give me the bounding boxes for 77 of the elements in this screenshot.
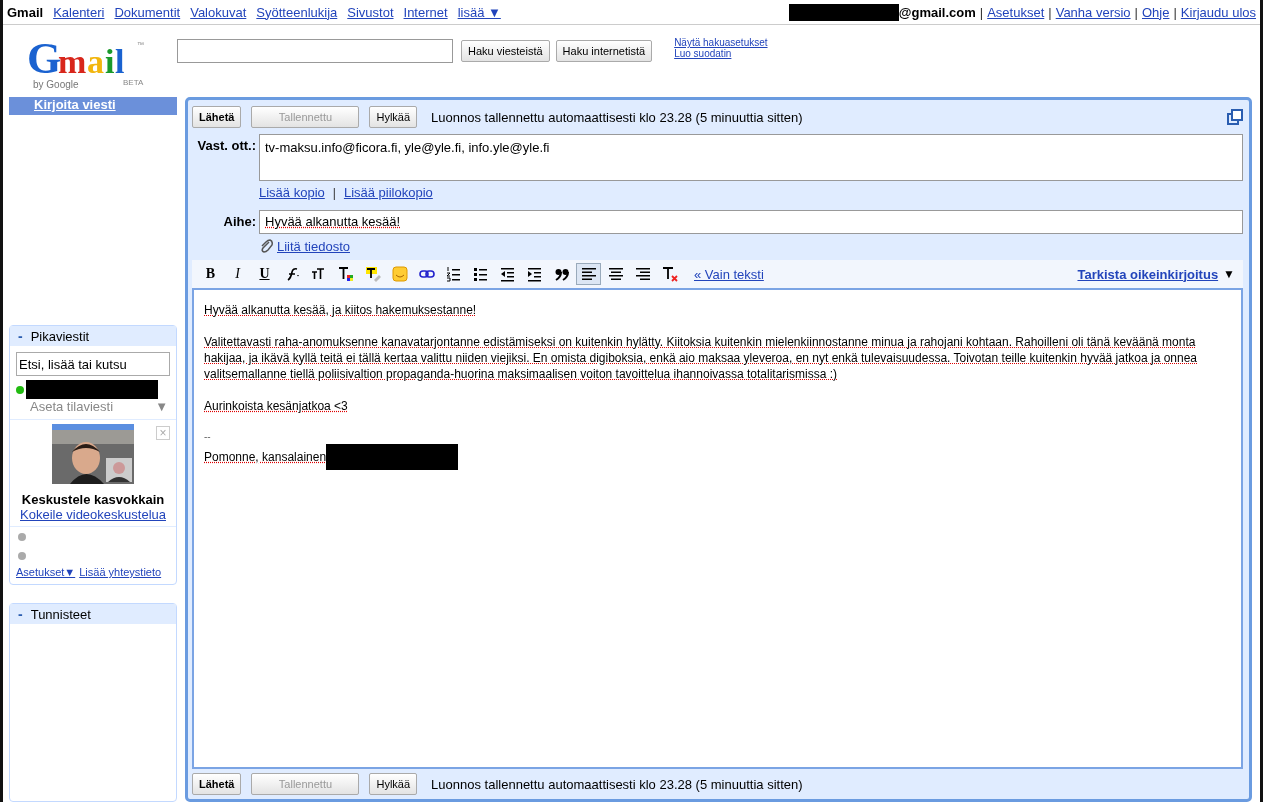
field-label: Aihe: xyxy=(222,213,256,229)
collapse-icon[interactable]: - xyxy=(18,328,23,344)
plain-text-link[interactable]: « Vain teksti xyxy=(694,266,764,282)
promo-title: Keskustele kasvokkain xyxy=(21,492,165,507)
account-email: @gmail.com xyxy=(898,4,976,20)
message-paragraph: Hyvää alkanutta kesää, ja kiitos hakemuksestanne! xyxy=(204,302,478,318)
recipients-field[interactable]: tv-maksu.info@ficora.fi, yle@yle.fi, info.yle@yle.fi xyxy=(259,134,1243,181)
account-link[interactable]: Ohje xyxy=(1142,4,1170,20)
search-option-link[interactable]: Luo suodatin xyxy=(674,48,768,59)
send-button[interactable]: Lähetä xyxy=(192,773,242,795)
nav-link[interactable]: Valokuvat xyxy=(190,4,247,20)
collapse-icon[interactable]: - xyxy=(18,606,23,622)
more-link[interactable]: lisää ▼ xyxy=(457,4,501,20)
bullet-list-icon xyxy=(472,266,489,282)
message-editor[interactable] xyxy=(192,288,1243,769)
draft-status: Luonnos tallennettu automaattisesti klo 23.28 (5 minuuttia sitten) xyxy=(431,776,803,792)
separator: | xyxy=(979,4,984,20)
bold-icon: B xyxy=(205,266,216,282)
account-link[interactable]: Vanha versio xyxy=(1055,4,1131,20)
video-chat-link[interactable]: Kokeile videokeskustelua xyxy=(20,507,166,522)
highlighter-icon xyxy=(364,266,381,282)
align-right-icon xyxy=(634,266,651,282)
search-button[interactable]: Haku internetistä xyxy=(555,40,653,62)
nav-link[interactable]: Kalenteri xyxy=(53,4,105,20)
outdent-icon xyxy=(499,266,516,282)
signature-separator: -- xyxy=(204,430,212,444)
separator: | xyxy=(1173,4,1177,20)
search-option-link[interactable]: Näytä hakuasetukset xyxy=(674,37,768,48)
search-field[interactable] xyxy=(177,39,453,63)
add-bcc-link[interactable]: Lisää piilokopio xyxy=(343,185,433,200)
popout-icon[interactable] xyxy=(1227,109,1243,125)
separator: | xyxy=(1134,4,1138,20)
caret-icon[interactable]: ▼ xyxy=(1223,267,1235,281)
quote-icon xyxy=(553,266,570,282)
nav-link[interactable]: Internet xyxy=(403,4,448,20)
message-paragraph: Aurinkoista kesänjatkoa <3 xyxy=(204,398,349,414)
italic-icon: I xyxy=(235,266,240,282)
align-left-icon xyxy=(580,266,597,282)
discard-button[interactable]: Hylkää xyxy=(369,773,418,795)
numbered-list-icon xyxy=(445,266,462,282)
panel-title: Tunnisteet xyxy=(30,606,91,622)
message-paragraph: Valitettavasti raha-anomuksenne kanavatarjontanne edistämiseksi on kuitenkin hylätty. Kiitoksia kuitenkin mielenkiinnostanne minua ja rahojani kohtaan. Rahoilleni oli tänä keväänä monta hakijaa, ja ikävä kyllä teitä ei tällä kertaa valittu niiden viejiksi. En omista digiboksia, enkä aio maksaa yleveroa, en nyt enkä tulevaisuudessa. Toivotan teille kuitenkin hyvää jatkoa ja onnea valitsemallanne tiellä poliisivaltion propaganda-huorina maksimaalisen voiton tavoittelua ihannoivassa totalitarismissa :) xyxy=(204,334,1198,382)
separator: | xyxy=(1048,4,1052,20)
text-color-icon xyxy=(337,266,354,282)
format-button[interactable] xyxy=(576,263,601,285)
brand-name: Gmail xyxy=(7,4,44,20)
clear-format-icon xyxy=(661,266,678,282)
chat-footer-link[interactable]: Lisää yhteystieto xyxy=(79,566,162,578)
account-link[interactable]: Asetukset xyxy=(987,4,1045,20)
subject-field[interactable]: Hyvää alkanutta kesää! xyxy=(259,210,1243,234)
signature-text: Pomonne, kansalainen xyxy=(204,449,327,465)
format-button[interactable]: I xyxy=(225,263,250,285)
account-link[interactable]: Kirjaudu ulos xyxy=(1180,4,1256,20)
panel-title: Pikaviestit xyxy=(30,328,90,344)
format-button[interactable]: B xyxy=(198,263,223,285)
indent-icon xyxy=(526,266,543,282)
chat-footer-link[interactable]: Asetukset▼ xyxy=(16,566,76,578)
text-size-icon xyxy=(310,266,327,282)
nav-link[interactable]: Dokumentit xyxy=(114,4,181,20)
search-button[interactable]: Haku viesteistä xyxy=(461,40,550,62)
underline-icon: U xyxy=(259,266,270,282)
align-center-icon xyxy=(607,266,624,282)
add-cc-link[interactable]: Lisää kopio xyxy=(259,185,325,200)
smiley-icon xyxy=(391,266,408,282)
chat-search-field[interactable]: Etsi, lisää tai kutsu xyxy=(16,352,170,376)
send-button[interactable]: Lähetä xyxy=(192,106,242,128)
nav-link[interactable]: Syötteenlukija xyxy=(256,4,338,20)
status-message-field[interactable]: Aseta tilaviesti ▼ xyxy=(10,399,176,417)
nav-link[interactable]: Sivustot xyxy=(347,4,394,20)
draft-status: Luonnos tallennettu automaattisesti klo 23.28 (5 minuuttia sitten) xyxy=(431,109,803,125)
paperclip-icon xyxy=(259,238,273,254)
field-label: Vast. ott.: xyxy=(196,137,256,153)
spellcheck-link[interactable]: Tarkista oikeinkirjoitus xyxy=(1077,266,1219,282)
separator: | xyxy=(332,185,336,200)
discard-button[interactable]: Hylkää xyxy=(369,106,418,128)
attach-file-link[interactable]: Liitä tiedosto xyxy=(277,238,350,254)
format-button[interactable]: U xyxy=(252,263,277,285)
